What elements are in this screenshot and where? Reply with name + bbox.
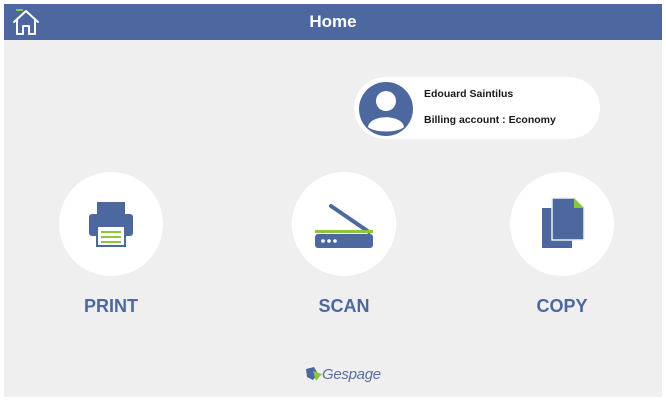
copy-button[interactable] xyxy=(510,172,614,276)
user-avatar-icon xyxy=(359,82,413,136)
billing-account: Billing account : Economy xyxy=(424,114,556,126)
print-button[interactable] xyxy=(59,172,163,276)
scan-label[interactable]: SCAN xyxy=(284,296,404,317)
user-card: Edouard Saintilus Billing account : Econ… xyxy=(354,77,600,139)
printer-icon xyxy=(89,202,133,247)
scan-button[interactable] xyxy=(292,172,396,276)
top-bar: Home xyxy=(4,4,662,40)
print-label[interactable]: PRINT xyxy=(51,296,171,317)
scanner-icon xyxy=(315,204,373,248)
user-name: Edouard Saintilus xyxy=(424,88,514,100)
copy-icon xyxy=(542,197,585,248)
app-window: Home Edouard Saintilus Billing account :… xyxy=(4,4,662,397)
brand-name: Gespage xyxy=(322,365,381,383)
brand-logo: Gespage xyxy=(304,362,381,386)
gespage-logo-icon xyxy=(306,367,322,381)
page-title: Home xyxy=(309,12,357,31)
copy-label[interactable]: COPY xyxy=(502,296,622,317)
